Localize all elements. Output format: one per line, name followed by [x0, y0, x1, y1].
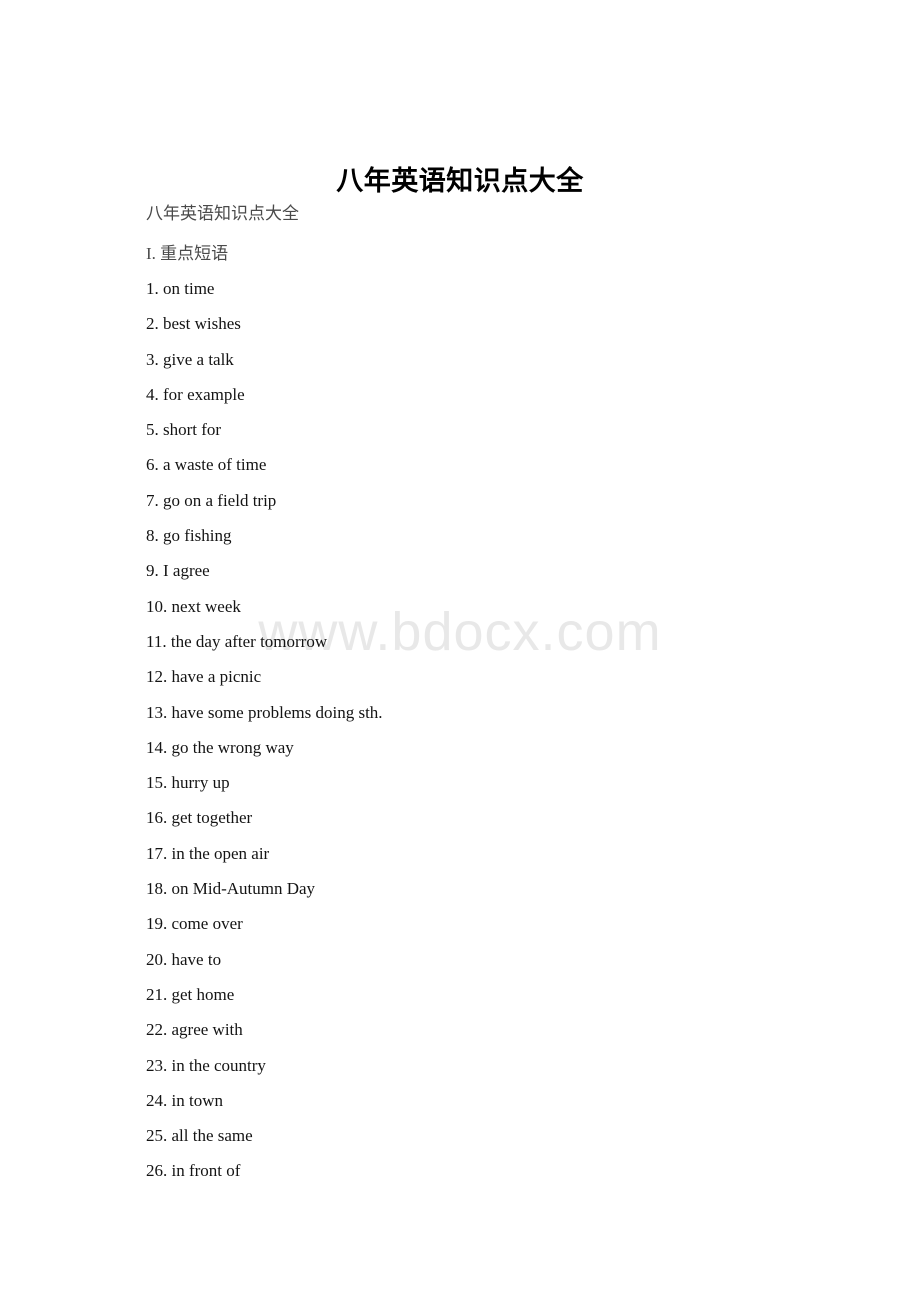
list-item: 16. get together	[146, 807, 846, 842]
list-item-number: 26.	[146, 1161, 168, 1181]
document-subtitle: 八年英语知识点大全	[146, 204, 299, 223]
list-item-number: 8.	[146, 526, 159, 546]
list-item: 21. get home	[146, 984, 846, 1019]
list-item-label: on time	[163, 279, 215, 298]
list-item-label: short for	[163, 420, 222, 440]
list-item-label: best wishes	[163, 314, 241, 334]
list-item: 22. agree with	[146, 1019, 846, 1054]
list-item: 6. a waste of time	[146, 454, 846, 489]
list-item-label: the day after tomorrow	[170, 631, 328, 651]
list-item-label: go the wrong way	[171, 737, 294, 757]
list-item-number: 20.	[146, 949, 168, 969]
list-item-label: in the open air	[171, 843, 270, 863]
list-item-number: 3.	[146, 349, 159, 369]
list-item-number: 13.	[146, 702, 168, 722]
document-page: www.bdocx.com 八年英语知识点大全 八年英语知识点大全 I. 重点短…	[0, 0, 920, 1302]
list-item-label: hurry up	[171, 773, 230, 793]
list-item: 19. come over	[146, 913, 846, 948]
list-item: 15. hurry up	[146, 772, 846, 807]
list-item-label: a waste of time	[163, 455, 267, 475]
list-item: 4. for example	[146, 384, 846, 419]
list-item: 1. on time	[146, 278, 846, 313]
list-item-label: come over	[171, 914, 243, 934]
list-item-number: 10.	[146, 596, 168, 616]
list-item-label: next week	[171, 596, 241, 616]
list-item-label: agree with	[171, 1020, 243, 1040]
phrase-list: 1. on time 2. best wishes 3. give a talk 4.…	[146, 278, 846, 1196]
list-item-label: for example	[163, 384, 245, 404]
list-item-label: in town	[171, 1090, 223, 1110]
list-item-label: get together	[171, 808, 253, 828]
list-item: 12. have a picnic	[146, 666, 846, 701]
list-item-label: on Mid-Autumn Day	[171, 879, 316, 899]
list-item-number: 9.	[146, 561, 159, 581]
list-item-label: go on a field trip	[163, 490, 277, 510]
list-item-number: 5.	[146, 420, 159, 440]
list-item: 23. in the country	[146, 1055, 846, 1090]
list-item: 17. in the open air	[146, 843, 846, 878]
list-item-number: 7.	[146, 490, 159, 510]
list-item-number: 18.	[146, 879, 168, 899]
list-item: 13. have some problems doing sth.	[146, 702, 846, 737]
list-item: 9. I agree	[146, 560, 846, 595]
list-item: 11. the day after tomorrow	[146, 631, 846, 666]
list-item-label: have to	[171, 949, 222, 969]
list-item: 18. on Mid-Autumn Day	[146, 878, 846, 913]
list-item-number: 25.	[146, 1126, 168, 1146]
section-heading-key-phrases: I. 重点短语	[146, 244, 229, 263]
list-item-number: 21.	[146, 984, 168, 1004]
list-item: 26. in front of	[146, 1160, 846, 1195]
list-item: 10. next week	[146, 596, 846, 631]
list-item-label: get home	[171, 984, 235, 1004]
list-item-label: in front of	[171, 1161, 241, 1181]
list-item-number: 17.	[146, 843, 168, 863]
list-item-label: have a picnic	[171, 667, 262, 687]
list-item-number: 2.	[146, 314, 159, 334]
list-item: 20. have to	[146, 949, 846, 984]
list-item-number: 23.	[146, 1055, 168, 1075]
list-item-label: all the same	[171, 1126, 253, 1146]
list-item-number: 1.	[146, 279, 159, 298]
list-item-number: 4.	[146, 384, 159, 404]
list-item-number: 22.	[146, 1020, 168, 1040]
list-item: 2. best wishes	[146, 313, 846, 348]
list-item: 8. go fishing	[146, 525, 846, 560]
list-item-label: have some problems doing sth.	[171, 702, 383, 722]
list-item-number: 19.	[146, 914, 168, 934]
list-item-number: 14.	[146, 737, 168, 757]
list-item: 5. short for	[146, 419, 846, 454]
list-item-number: 16.	[146, 808, 168, 828]
list-item-number: 11.	[146, 631, 167, 651]
list-item-number: 15.	[146, 773, 168, 793]
list-item-number: 12.	[146, 667, 168, 687]
list-item: 14. go the wrong way	[146, 737, 846, 772]
list-item-label: give a talk	[163, 349, 234, 369]
list-item-number: 24.	[146, 1090, 168, 1110]
list-item: 24. in town	[146, 1090, 846, 1125]
list-item: 7. go on a field trip	[146, 490, 846, 525]
page-title: 八年英语知识点大全	[336, 166, 584, 197]
list-item-label: go fishing	[163, 526, 232, 546]
list-item: 25. all the same	[146, 1125, 846, 1160]
list-item-label: in the country	[171, 1055, 266, 1075]
list-item-number: 6.	[146, 455, 159, 475]
list-item: 3. give a talk	[146, 349, 846, 384]
list-item-label: I agree	[163, 561, 210, 581]
